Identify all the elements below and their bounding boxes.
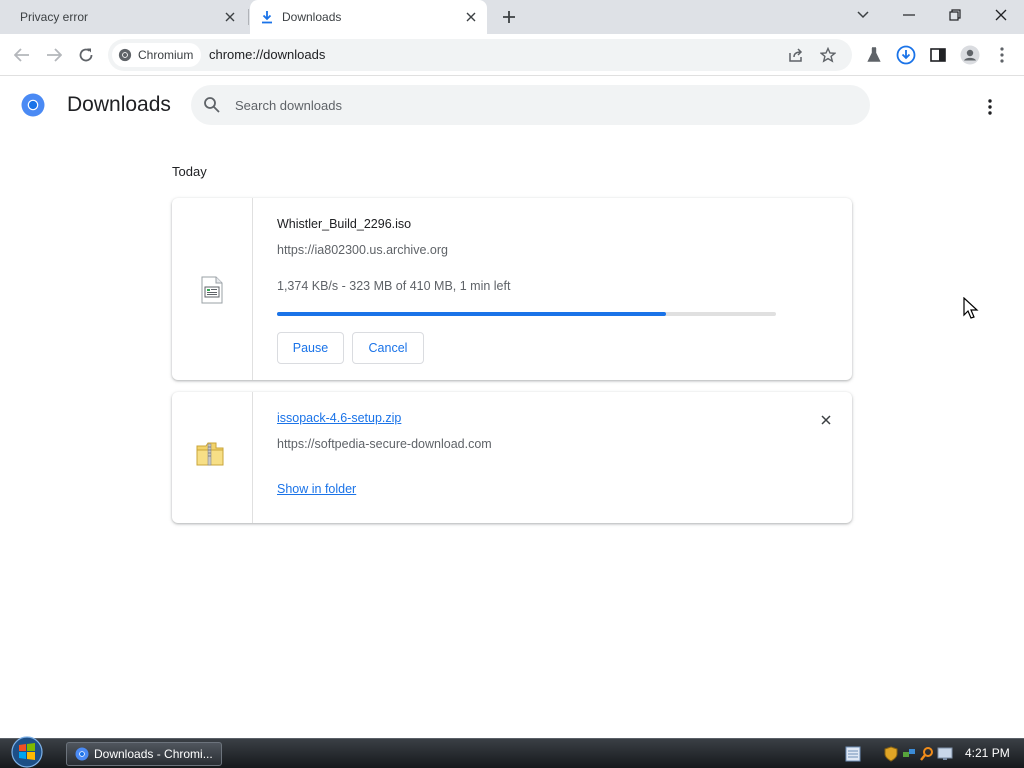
cancel-button[interactable]: Cancel — [352, 332, 424, 364]
chromium-icon — [75, 747, 89, 761]
zip-folder-icon — [196, 442, 224, 466]
profile-avatar[interactable] — [958, 43, 982, 67]
download-item-in-progress: Whistler_Build_2296.iso https://ia802300… — [172, 198, 852, 380]
search-tray-icon[interactable] — [919, 746, 935, 762]
windows-taskbar: Downloads - Chromi... 4:21 PM — [0, 735, 1024, 768]
search-icon — [204, 97, 220, 113]
close-tab-icon[interactable] — [463, 9, 479, 25]
tab-title: Privacy error — [20, 10, 89, 24]
bookmark-star-icon[interactable] — [818, 45, 838, 65]
progress-fill — [277, 312, 667, 316]
download-source-url[interactable]: https://softpedia-secure-download.com — [277, 437, 492, 451]
minimize-icon[interactable] — [886, 0, 932, 30]
chromium-logo — [21, 93, 45, 117]
toolbar: Chromium chrome://downloads — [0, 34, 1024, 76]
remove-from-list-icon[interactable] — [816, 410, 836, 430]
display-icon[interactable] — [937, 746, 953, 762]
address-bar[interactable]: Chromium chrome://downloads — [108, 39, 852, 71]
file-icon-column — [172, 392, 253, 523]
download-status: 1,374 KB/s - 323 MB of 410 MB, 1 min lef… — [277, 279, 511, 293]
close-tab-icon[interactable] — [222, 9, 238, 25]
download-filename-link[interactable]: issopack-4.6-setup.zip — [277, 411, 401, 425]
date-section-label: Today — [172, 164, 207, 179]
download-icon — [260, 10, 274, 24]
iso-file-icon — [201, 276, 223, 304]
show-in-folder-link[interactable]: Show in folder — [277, 482, 356, 496]
tab-downloads[interactable]: Downloads — [250, 0, 487, 34]
file-icon-column — [172, 198, 253, 380]
progress-bar — [277, 312, 776, 316]
site-chip[interactable]: Chromium — [112, 43, 202, 67]
taskbar-chromium-window[interactable]: Downloads - Chromi... — [66, 742, 222, 766]
downloads-bubble-icon[interactable] — [894, 43, 918, 67]
url-text[interactable]: chrome://downloads — [209, 47, 325, 62]
network-icon[interactable] — [901, 746, 917, 762]
tab-separator — [248, 9, 249, 25]
download-filename: Whistler_Build_2296.iso — [277, 217, 412, 231]
page-title: Downloads — [67, 93, 171, 116]
search-downloads-bar[interactable] — [191, 85, 870, 125]
chromium-icon — [118, 48, 132, 62]
search-input[interactable] — [235, 95, 835, 115]
restore-icon[interactable] — [932, 0, 978, 30]
keyboard-icon[interactable] — [845, 746, 861, 762]
tab-privacy-error[interactable]: Privacy error — [0, 0, 246, 34]
downloads-header: Downloads — [0, 77, 1024, 133]
browser-menu-icon[interactable] — [990, 43, 1014, 67]
chip-label: Chromium — [138, 48, 194, 62]
close-window-icon[interactable] — [978, 0, 1024, 30]
taskbar-clock[interactable]: 4:21 PM — [965, 746, 1010, 760]
start-button[interactable] — [8, 735, 46, 768]
downloads-menu-icon[interactable] — [978, 95, 1002, 119]
download-source-url[interactable]: https://ia802300.us.archive.org — [277, 243, 448, 257]
tab-search-icon[interactable] — [840, 0, 886, 30]
tab-title: Downloads — [282, 10, 342, 24]
taskbar-window-title: Downloads - Chromi... — [94, 747, 213, 761]
new-tab-button[interactable] — [498, 6, 520, 28]
pause-button[interactable]: Pause — [277, 332, 344, 364]
mouse-cursor-icon — [963, 297, 979, 319]
side-panel-icon[interactable] — [926, 43, 950, 67]
back-button[interactable] — [10, 43, 34, 67]
reload-button[interactable] — [74, 43, 98, 67]
security-shield-icon[interactable] — [883, 746, 899, 762]
forward-button[interactable] — [42, 43, 66, 67]
download-item-complete: issopack-4.6-setup.zip https://softpedia… — [172, 392, 852, 523]
tab-strip: Privacy error Downloads — [0, 0, 1024, 34]
share-icon[interactable] — [786, 45, 806, 65]
labs-flask-icon[interactable] — [862, 43, 886, 67]
